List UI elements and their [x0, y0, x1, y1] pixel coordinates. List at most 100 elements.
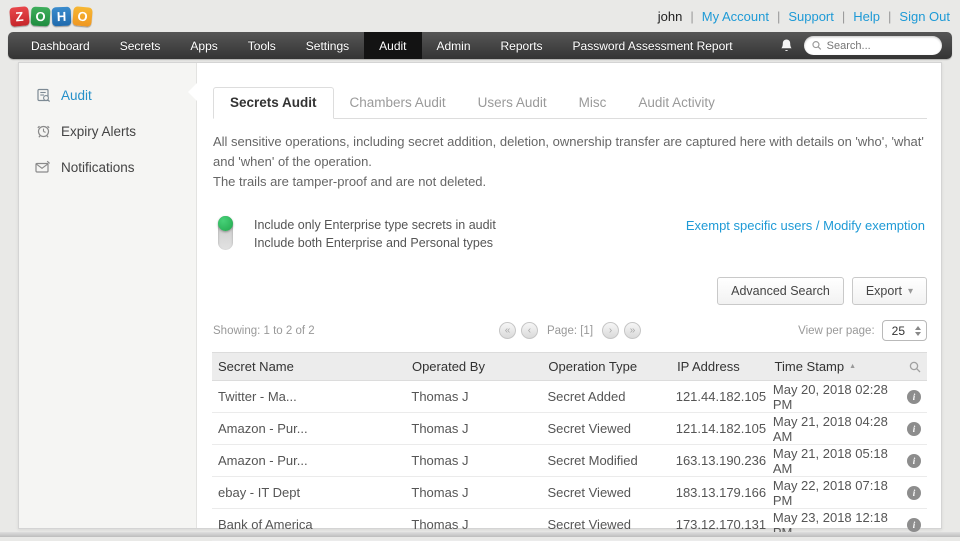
cell-operated-by: Thomas J [411, 485, 547, 500]
cell-secret-name: Amazon - Pur... [212, 453, 411, 468]
cell-ip-address: 163.13.190.236 [676, 453, 773, 468]
nav-item-reports[interactable]: Reports [486, 32, 558, 59]
sidebar-item-label: Expiry Alerts [61, 124, 136, 139]
nav-item-tools[interactable]: Tools [233, 32, 291, 59]
table-row[interactable]: ebay - IT Dept Thomas J Secret Viewed 18… [212, 477, 927, 509]
description-line-1: All sensitive operations, including secr… [213, 132, 925, 172]
current-username: john [658, 9, 683, 24]
tab-chambers-audit[interactable]: Chambers Audit [334, 88, 462, 118]
tab-audit-activity[interactable]: Audit Activity [622, 88, 731, 118]
secret-type-toggle[interactable] [218, 216, 233, 250]
info-icon[interactable]: i [907, 390, 921, 404]
column-header-operation-type[interactable]: Operation Type [548, 359, 677, 374]
description-line-2: The trails are tamper-proof and are not … [213, 172, 925, 192]
logo-tile-o1: O [31, 6, 51, 26]
pagination-row: Showing: 1 to 2 of 2 « ‹ Page: [1] › » V… [213, 320, 927, 341]
link-separator: | [777, 9, 780, 24]
zoho-logo[interactable]: Z O H O [10, 7, 92, 26]
table-row[interactable]: Amazon - Pur... Thomas J Secret Modified… [212, 445, 927, 477]
toggle-option-enterprise-only: Include only Enterprise type secrets in … [254, 216, 496, 234]
help-link[interactable]: Help [853, 9, 880, 24]
link-separator: | [888, 9, 891, 24]
chevron-down-icon: ▾ [908, 286, 913, 297]
view-per-page-label: View per page: [798, 325, 875, 337]
exempt-users-link[interactable]: Exempt specific users / Modify exemption [686, 218, 925, 233]
column-header-operated-by[interactable]: Operated By [412, 359, 548, 374]
prev-page-button[interactable]: ‹ [521, 322, 538, 339]
my-account-link[interactable]: My Account [702, 9, 769, 24]
main-panel: Audit Expiry Alerts [18, 62, 942, 529]
sidebar-item-audit[interactable]: Audit [19, 77, 196, 113]
info-icon[interactable]: i [907, 422, 921, 436]
nav-item-apps[interactable]: Apps [175, 32, 232, 59]
export-label: Export [866, 284, 902, 298]
link-separator: | [690, 9, 693, 24]
cell-secret-name: Bank of America [212, 517, 411, 532]
sidebar-item-label: Audit [61, 88, 92, 103]
logo-tile-h: H [52, 6, 72, 26]
support-link[interactable]: Support [788, 9, 834, 24]
cell-time-stamp: May 22, 2018 07:18 PM [773, 478, 907, 508]
nav-item-dashboard[interactable]: Dashboard [16, 32, 105, 59]
tab-misc[interactable]: Misc [563, 88, 623, 118]
stepper-icon [915, 326, 921, 336]
advanced-search-button[interactable]: Advanced Search [717, 277, 844, 305]
showing-count-text: Showing: 1 to 2 of 2 [213, 325, 315, 337]
tab-secrets-audit[interactable]: Secrets Audit [213, 87, 334, 119]
nav-item-secrets[interactable]: Secrets [105, 32, 176, 59]
view-per-page-select[interactable]: 25 [882, 320, 927, 341]
toggle-options-text: Include only Enterprise type secrets in … [254, 216, 496, 252]
last-page-button[interactable]: » [624, 322, 641, 339]
column-header-ip-address[interactable]: IP Address [677, 359, 774, 374]
first-page-button[interactable]: « [499, 322, 516, 339]
notifications-bell-button[interactable] [771, 32, 802, 59]
cell-time-stamp: May 20, 2018 02:28 PM [773, 382, 907, 412]
table-row[interactable]: Twitter - Ma... Thomas J Secret Added 12… [212, 381, 927, 413]
audit-tabs: Secrets Audit Chambers Audit Users Audit… [213, 87, 927, 119]
audit-description: All sensitive operations, including secr… [213, 132, 925, 192]
export-button[interactable]: Export ▾ [852, 277, 927, 305]
column-header-secret-name[interactable]: Secret Name [212, 359, 412, 374]
info-icon[interactable]: i [907, 518, 921, 532]
cell-ip-address: 121.44.182.105 [676, 389, 773, 404]
audit-filter-row: Include only Enterprise type secrets in … [213, 216, 925, 252]
cell-secret-name: ebay - IT Dept [212, 485, 411, 500]
cell-operation-type: Secret Viewed [547, 421, 675, 436]
user-links: john | My Account | Support | Help | Sig… [658, 9, 950, 24]
page-controls: « ‹ Page: [1] › » [499, 322, 641, 339]
actions-row: Advanced Search Export ▾ [211, 277, 927, 305]
cell-ip-address: 173.12.170.131 [676, 517, 773, 532]
tab-users-audit[interactable]: Users Audit [462, 88, 563, 118]
info-icon[interactable]: i [907, 486, 921, 500]
search-icon [909, 361, 921, 373]
cell-operated-by: Thomas J [411, 517, 547, 532]
sidebar-item-expiry-alerts[interactable]: Expiry Alerts [19, 113, 196, 149]
bell-icon [779, 38, 794, 54]
next-page-button[interactable]: › [602, 322, 619, 339]
info-icon[interactable]: i [907, 454, 921, 468]
sign-out-link[interactable]: Sign Out [899, 9, 950, 24]
cell-time-stamp: May 21, 2018 04:28 AM [773, 414, 907, 444]
cell-ip-address: 183.13.179.166 [676, 485, 773, 500]
cell-time-stamp: May 21, 2018 05:18 AM [773, 446, 907, 476]
main-navbar: Dashboard Secrets Apps Tools Settings Au… [8, 32, 952, 59]
nav-item-admin[interactable]: Admin [422, 32, 486, 59]
view-per-page-value: 25 [892, 324, 905, 338]
envelope-icon [35, 159, 51, 175]
cell-operated-by: Thomas J [411, 453, 547, 468]
column-header-time-stamp[interactable]: Time Stamp ▲ [775, 359, 910, 374]
audit-icon [35, 87, 51, 103]
bottom-edge-strip [0, 532, 960, 537]
toggle-knob [218, 216, 233, 231]
cell-operated-by: Thomas J [411, 421, 547, 436]
cell-secret-name: Amazon - Pur... [212, 421, 411, 436]
search-icon [812, 40, 822, 51]
sidebar-item-notifications[interactable]: Notifications [19, 149, 196, 185]
cell-operation-type: Secret Viewed [547, 517, 675, 532]
table-search-toggle[interactable] [909, 361, 927, 373]
nav-item-password-assessment-report[interactable]: Password Assessment Report [558, 32, 748, 59]
nav-item-settings[interactable]: Settings [291, 32, 364, 59]
nav-item-audit[interactable]: Audit [364, 32, 421, 59]
table-row[interactable]: Amazon - Pur... Thomas J Secret Viewed 1… [212, 413, 927, 445]
global-search-input[interactable] [827, 40, 934, 52]
